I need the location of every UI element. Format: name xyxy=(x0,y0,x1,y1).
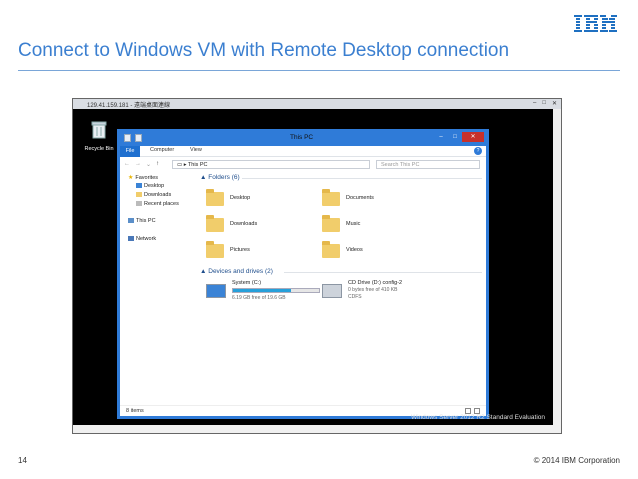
folder-icon xyxy=(206,241,224,258)
sidebar-item-recent-places[interactable]: Recent places xyxy=(136,201,179,207)
folder-item-pictures[interactable]: Pictures xyxy=(206,241,326,264)
drive-name: CD Drive (D:) config-2 xyxy=(348,280,403,286)
sidebar-item-network[interactable]: Network xyxy=(128,236,156,242)
item-count: 8 items xyxy=(126,408,144,414)
windows-edition-watermark: Windows Server 2012 R2 Standard Evaluati… xyxy=(410,414,545,421)
cd-drive-icon xyxy=(322,284,342,298)
drive-free-space: 6.19 GB free of 19.6 GB xyxy=(232,295,286,301)
title-divider xyxy=(18,70,620,71)
address-text: This PC xyxy=(187,162,208,168)
slide-title: Connect to Windows VM with Remote Deskto… xyxy=(18,40,510,61)
recycle-bin-icon xyxy=(91,121,107,139)
tab-computer[interactable]: Computer xyxy=(150,147,174,153)
rdp-titlebar[interactable]: 129.41.159.181 - 遠端桌面連線 – □ ✕ xyxy=(73,99,561,109)
rdp-close-icon[interactable]: ✕ xyxy=(552,100,557,107)
drive-item-cd-d[interactable]: CD Drive (D:) config-2 0 bytes free of 4… xyxy=(322,280,452,306)
network-icon xyxy=(128,236,134,242)
drive-filesystem: CDFS xyxy=(348,294,362,300)
remote-desktop-window: 129.41.159.181 - 遠端桌面連線 – □ ✕ Recycle Bi… xyxy=(72,98,562,434)
star-icon: ★ xyxy=(128,175,134,181)
navigation-pane: ★ Favorites Desktop Downloads Recent plac… xyxy=(120,172,196,404)
downloads-icon xyxy=(136,192,142,198)
group-divider xyxy=(242,178,482,179)
maximize-button[interactable]: □ xyxy=(448,132,462,142)
remote-desktop-area: Recycle Bin This PC – □ ✕ File Computer … xyxy=(73,109,555,427)
folder-item-music[interactable]: Music xyxy=(322,215,442,238)
sidebar-label: This PC xyxy=(136,218,156,224)
recent-places-icon xyxy=(136,201,142,207)
folder-name: Downloads xyxy=(230,221,258,227)
drives-group-header[interactable]: ▲ Devices and drives (2) xyxy=(200,268,273,275)
tab-view[interactable]: View xyxy=(190,147,202,153)
desktop-icon xyxy=(136,183,142,189)
folders-group-header[interactable]: ▲ Folders (6) xyxy=(200,174,240,181)
folder-icon xyxy=(322,189,340,206)
folder-item-downloads[interactable]: Downloads xyxy=(206,215,326,238)
folder-name: Music xyxy=(346,221,361,227)
vertical-scrollbar[interactable] xyxy=(553,109,561,425)
sidebar-label: Favorites xyxy=(135,174,159,181)
rdp-window-title: 129.41.159.181 - 遠端桌面連線 xyxy=(87,103,171,109)
folder-name: Desktop xyxy=(230,195,251,201)
drive-item-system-c[interactable]: System (C:) 6.19 GB free of 19.6 GB xyxy=(206,280,336,306)
drive-name: System (C:) xyxy=(232,280,262,286)
minimize-button[interactable]: – xyxy=(434,132,448,142)
sidebar-label: Desktop xyxy=(144,183,165,189)
ribbon-tabs: File Computer View ? xyxy=(120,146,486,157)
recycle-bin-label: Recycle Bin xyxy=(84,146,114,152)
address-bar[interactable]: ▭ ▸ This PC xyxy=(172,160,370,169)
group-divider xyxy=(284,272,482,273)
sidebar-label: Downloads xyxy=(144,192,172,198)
tab-file[interactable]: File xyxy=(120,146,140,157)
sidebar-item-favorites[interactable]: ★ Favorites xyxy=(128,174,158,181)
computer-icon xyxy=(128,218,134,224)
sidebar-item-this-pc[interactable]: This PC xyxy=(128,218,156,224)
drive-free-space: 0 bytes free of 410 KB xyxy=(348,287,398,293)
drive-usage-bar xyxy=(232,288,320,293)
recent-dropdown-icon[interactable]: ⌄ xyxy=(146,161,151,168)
file-explorer-window: This PC – □ ✕ File Computer View ? ← → ⌄ xyxy=(117,129,489,419)
search-placeholder: Search This PC xyxy=(381,162,420,168)
properties-icon[interactable] xyxy=(124,134,131,142)
page-number: 14 xyxy=(18,456,27,465)
content-pane: ▲ Folders (6) Desktop Documents Download… xyxy=(200,172,486,404)
sidebar-label: Network xyxy=(136,236,157,242)
sidebar-item-desktop[interactable]: Desktop xyxy=(136,183,164,189)
folder-icon xyxy=(322,241,340,258)
new-folder-icon[interactable] xyxy=(135,134,142,142)
address-row: ← → ⌄ ↑ ▭ ▸ This PC Search This PC xyxy=(120,158,486,171)
folder-icon xyxy=(322,215,340,232)
recycle-bin-shortcut[interactable]: Recycle Bin xyxy=(81,121,117,152)
folder-item-videos[interactable]: Videos xyxy=(322,241,442,264)
explorer-title: This PC xyxy=(290,134,314,141)
folder-icon xyxy=(206,189,224,206)
drive-usage-fill xyxy=(233,289,292,292)
horizontal-scrollbar[interactable] xyxy=(73,425,561,433)
sidebar-label: Recent places xyxy=(144,201,179,207)
rdp-maximize-icon[interactable]: □ xyxy=(542,100,546,107)
explorer-titlebar[interactable]: This PC – □ ✕ xyxy=(120,132,486,146)
back-arrow-icon[interactable]: ← xyxy=(124,161,130,168)
folder-name: Videos xyxy=(346,247,363,253)
windows-drive-icon xyxy=(206,284,226,298)
computer-icon: ▭ ▸ xyxy=(177,162,188,168)
search-input[interactable]: Search This PC xyxy=(376,160,480,169)
forward-arrow-icon[interactable]: → xyxy=(135,161,141,168)
help-icon[interactable]: ? xyxy=(474,147,482,155)
up-arrow-icon[interactable]: ↑ xyxy=(156,161,159,168)
folder-icon xyxy=(206,215,224,232)
folder-item-documents[interactable]: Documents xyxy=(322,189,442,212)
rdp-minimize-icon[interactable]: – xyxy=(533,100,536,107)
quick-access-toolbar xyxy=(124,134,142,142)
ibm-logo xyxy=(574,15,617,32)
copyright-text: © 2014 IBM Corporation xyxy=(533,456,620,465)
close-button[interactable]: ✕ xyxy=(462,132,484,142)
folder-name: Pictures xyxy=(230,247,250,253)
folder-item-desktop[interactable]: Desktop xyxy=(206,189,326,212)
sidebar-item-downloads[interactable]: Downloads xyxy=(136,192,171,198)
folder-name: Documents xyxy=(346,195,374,201)
